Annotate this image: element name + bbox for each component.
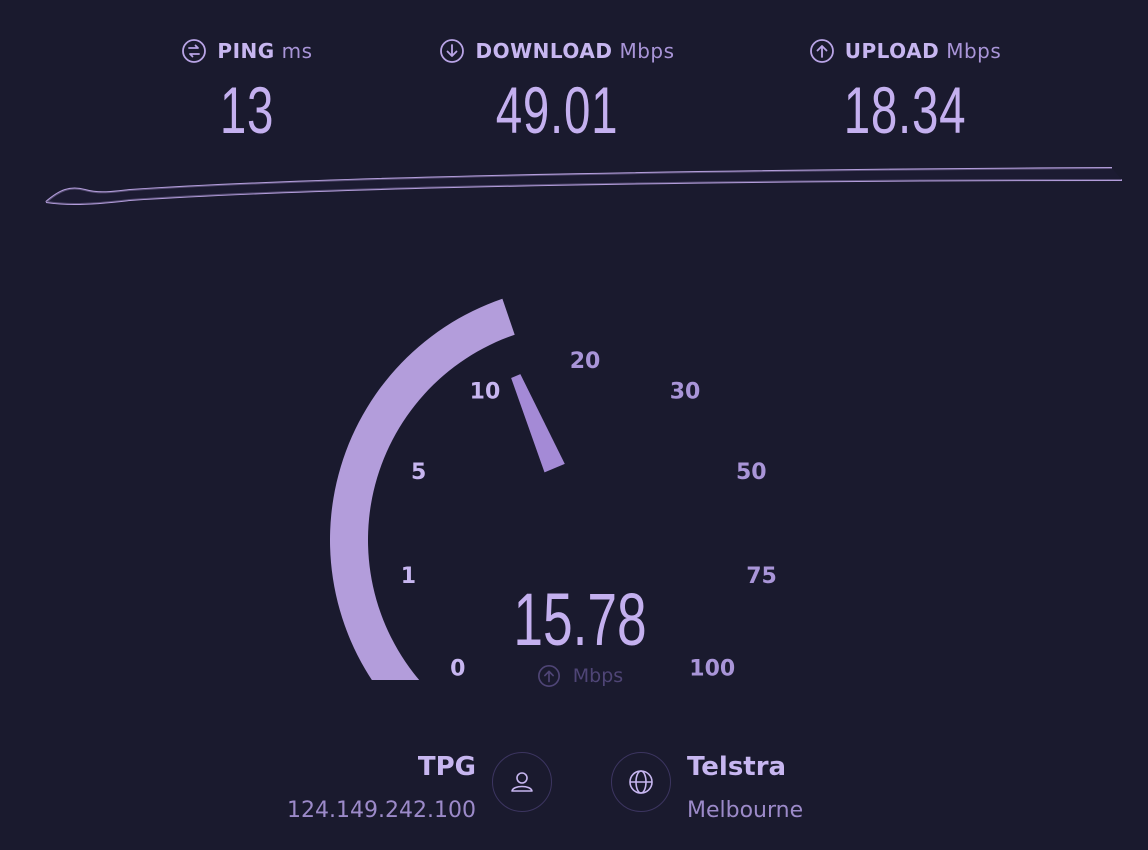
gauge-tick-label: 5	[411, 460, 426, 485]
ping-header: PING ms	[172, 38, 322, 64]
download-value: 49.01	[495, 73, 619, 147]
server-info: Telstra Melbourne	[687, 752, 803, 823]
download-label: DOWNLOAD	[475, 39, 613, 63]
ping-label: PING	[217, 39, 275, 63]
ping-icon	[182, 39, 207, 63]
client-info: TPG 124.149.242.100	[287, 752, 476, 823]
upload-arrow-icon	[537, 665, 560, 687]
user-icon	[511, 772, 533, 792]
server-name: Telstra	[687, 752, 787, 782]
upload-value: 18.34	[843, 73, 967, 147]
upload-header: UPLOAD Mbps	[800, 38, 1010, 64]
ping-metric: PING ms 13	[172, 38, 322, 148]
gauge-reading: 15.78 Mbps	[470, 580, 690, 688]
gauge-unit-label: Mbps	[572, 665, 624, 687]
ping-value: 13	[219, 73, 275, 147]
server-location: Melbourne	[687, 798, 804, 823]
gauge-tick-label: 1	[401, 564, 416, 589]
upload-unit: Mbps	[946, 39, 1002, 63]
user-button[interactable]	[492, 752, 552, 812]
throughput-graph	[45, 167, 1123, 205]
client-ip: 124.149.242.100	[287, 798, 476, 823]
gauge-tick-label: 75	[746, 564, 777, 589]
gauge-tick-label: 0	[450, 656, 465, 680]
gauge-tick-label: 30	[670, 379, 701, 404]
gauge-current-value: 15.78	[513, 578, 647, 661]
gauge-tick-label: 20	[570, 349, 601, 374]
isp-name: TPG	[417, 752, 476, 782]
gauge-unit-row: Mbps	[470, 664, 690, 688]
download-metric: DOWNLOAD Mbps 49.01	[428, 38, 686, 148]
download-arrow-icon	[440, 39, 465, 63]
gauge-tick-label: 50	[736, 460, 767, 485]
gauge-tick-label: 100	[689, 656, 735, 680]
upload-arrow-icon	[809, 39, 834, 63]
upload-label: UPLOAD	[844, 39, 940, 63]
gauge-needle	[511, 374, 565, 473]
upload-metric: UPLOAD Mbps 18.34	[800, 38, 1010, 148]
download-header: DOWNLOAD Mbps	[428, 38, 686, 64]
globe-icon	[629, 770, 653, 794]
gauge-tick-label: 10	[470, 379, 501, 404]
download-unit: Mbps	[619, 39, 675, 63]
ping-unit: ms	[281, 39, 313, 63]
server-button[interactable]	[611, 752, 671, 812]
